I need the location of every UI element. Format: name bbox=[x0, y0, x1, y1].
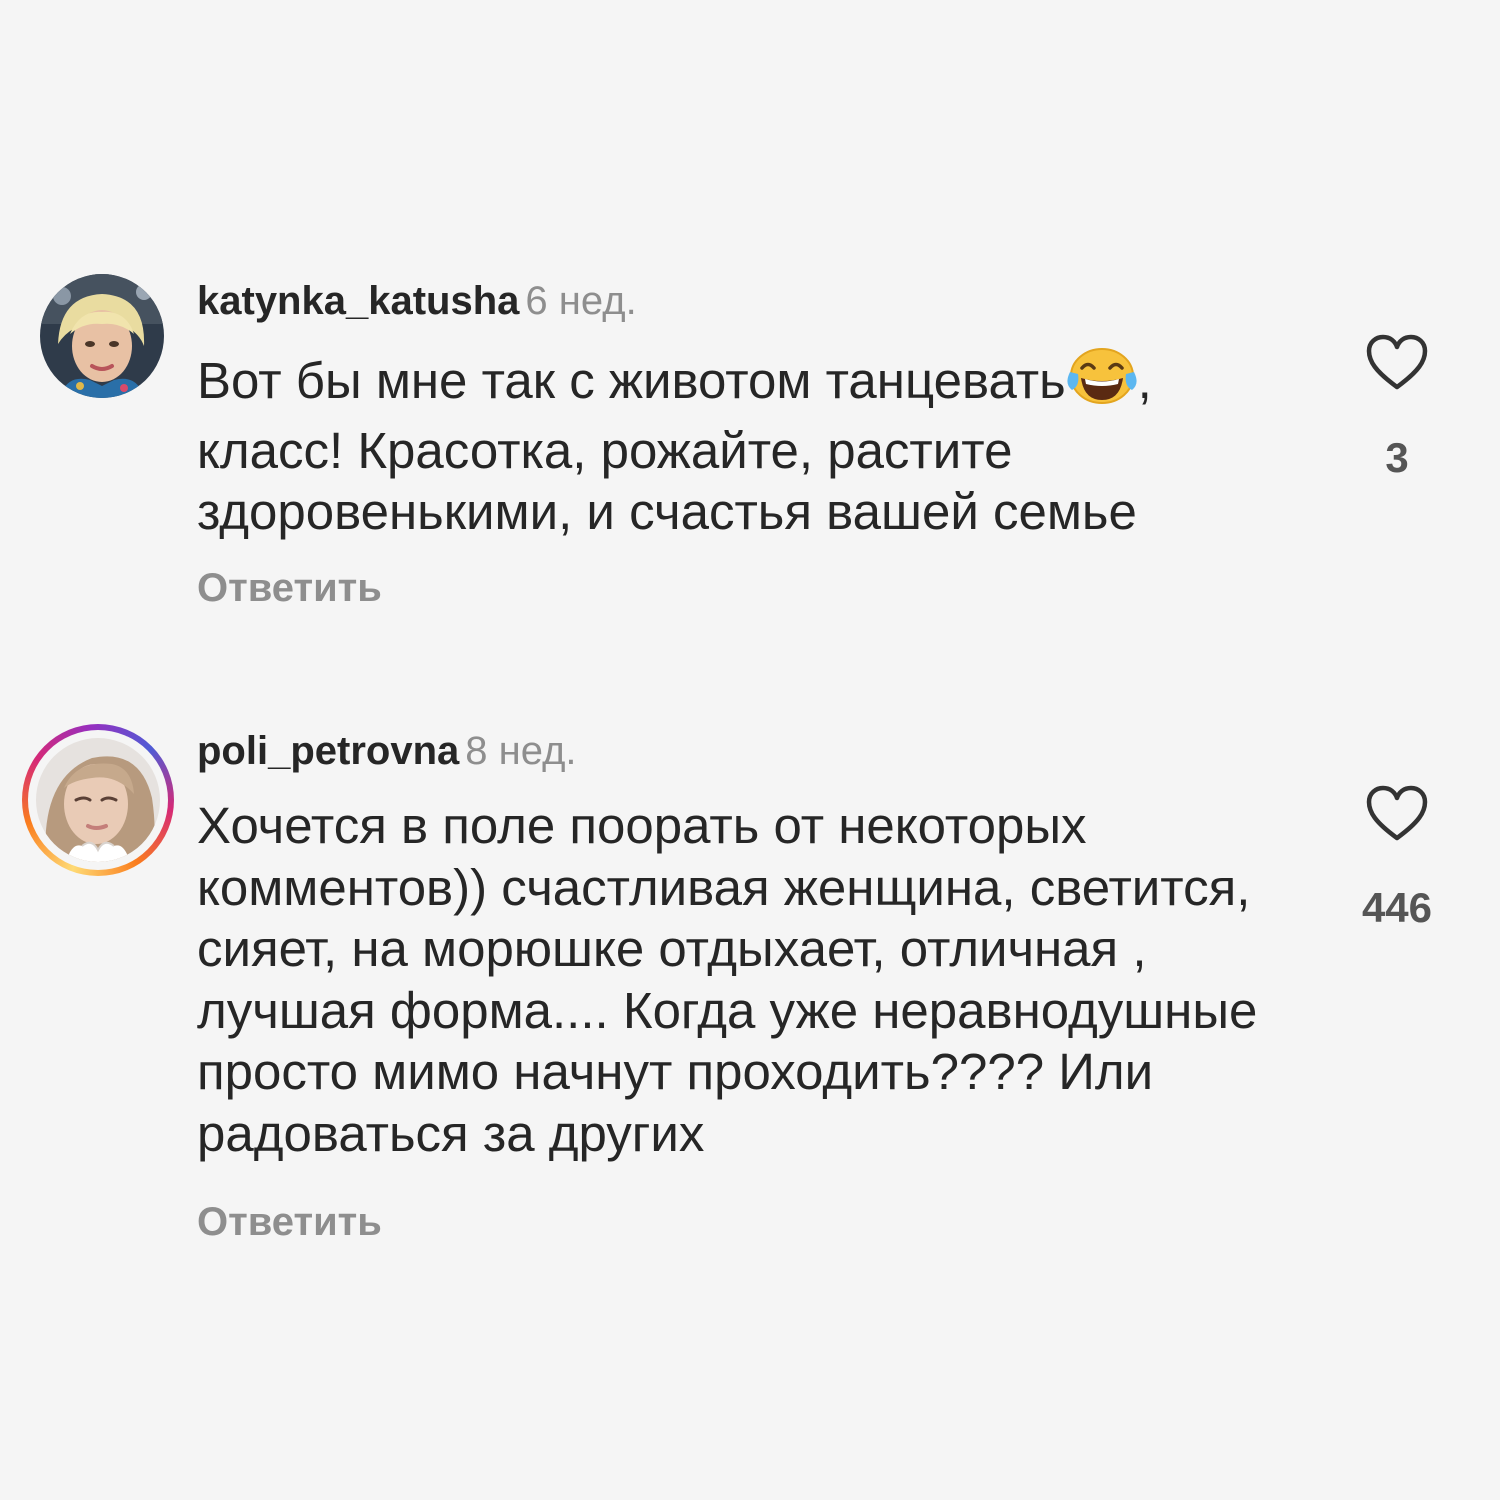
timestamp: 6 нед. bbox=[525, 279, 637, 323]
reply-button[interactable]: Ответить bbox=[197, 1199, 382, 1245]
avatar[interactable] bbox=[22, 724, 174, 876]
username[interactable]: poli_petrovna bbox=[197, 729, 459, 773]
comment-header: katynka_katusha 6 нед. bbox=[197, 278, 637, 324]
username[interactable]: katynka_katusha bbox=[197, 279, 519, 323]
face-with-tears-of-joy-icon bbox=[1066, 346, 1138, 420]
comment-text-part: Вот бы мне так с животом танцевать bbox=[197, 352, 1066, 409]
comment-header: poli_petrovna 8 нед. bbox=[197, 728, 577, 774]
like-count: 3 bbox=[1385, 434, 1409, 481]
comment-text: Хочется в поле поорать от некоторых комм… bbox=[197, 797, 1258, 1162]
comment-text: Вот бы мне так с животом танцевать , кла… bbox=[197, 346, 1307, 543]
avatar[interactable] bbox=[40, 274, 164, 398]
avatar-photo bbox=[36, 738, 160, 862]
reply-button[interactable]: Ответить bbox=[197, 565, 382, 611]
like-count: 446 bbox=[1361, 884, 1433, 931]
avatar-photo bbox=[40, 274, 164, 398]
heart-icon[interactable] bbox=[1365, 333, 1429, 391]
heart-icon[interactable] bbox=[1365, 784, 1429, 842]
timestamp: 8 нед. bbox=[465, 729, 577, 773]
